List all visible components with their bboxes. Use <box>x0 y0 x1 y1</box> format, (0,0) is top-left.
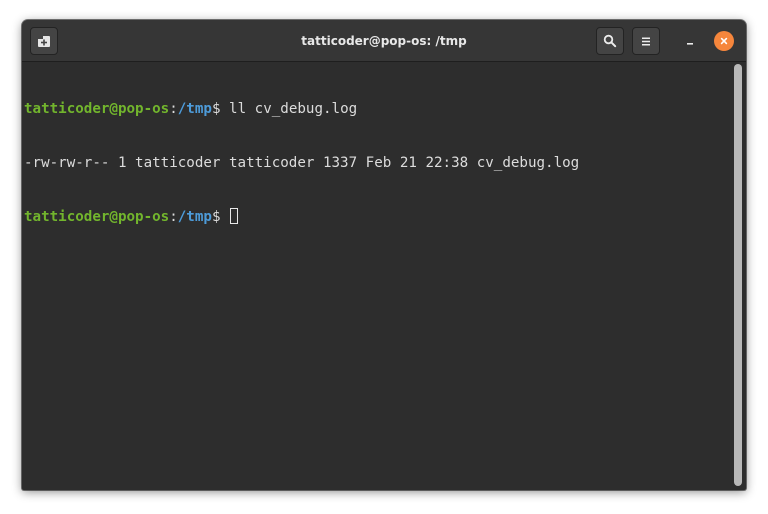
text-cursor <box>230 208 239 224</box>
close-button[interactable] <box>714 31 734 51</box>
terminal-window: tatticoder@pop-os: /tmp tatticoder@pop-o… <box>22 20 746 490</box>
new-tab-icon <box>38 35 50 47</box>
menu-button[interactable] <box>632 27 660 55</box>
prompt-user-host: tatticoder@pop-os <box>24 101 170 117</box>
terminal-line-output: -rw-rw-r-- 1 tatticoder tatticoder 1337 … <box>24 155 580 171</box>
search-icon <box>603 34 617 48</box>
minimize-icon <box>687 43 693 45</box>
scrollbar[interactable] <box>734 64 742 486</box>
terminal-line-command: tatticoder@pop-os:/tmp$ ll cv_debug.log <box>24 100 730 118</box>
prompt-user-host: tatticoder@pop-os <box>24 209 170 225</box>
minimize-button[interactable] <box>678 29 702 53</box>
terminal-line-prompt: tatticoder@pop-os:/tmp$ <box>24 208 730 226</box>
search-button[interactable] <box>596 27 624 55</box>
new-tab-button[interactable] <box>30 27 58 55</box>
title-bar: tatticoder@pop-os: /tmp <box>22 20 746 62</box>
prompt-path: /tmp <box>177 101 212 117</box>
terminal-output-area[interactable]: tatticoder@pop-os:/tmp$ ll cv_debug.log … <box>22 62 730 490</box>
prompt-separator: : <box>169 101 178 117</box>
prompt-separator: : <box>169 209 178 225</box>
command-text: ll cv_debug.log <box>229 101 358 117</box>
hamburger-menu-icon <box>642 37 650 45</box>
close-icon <box>720 37 728 45</box>
prompt-path: /tmp <box>177 209 212 225</box>
prompt-dollar: $ <box>211 209 230 225</box>
scrollbar-thumb[interactable] <box>734 64 742 486</box>
prompt-dollar: $ <box>211 101 230 117</box>
